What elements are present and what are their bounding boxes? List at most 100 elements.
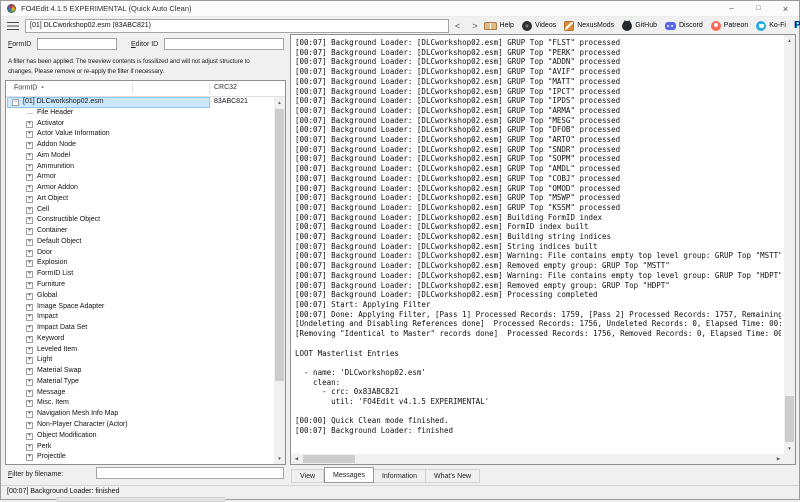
tree-row[interactable]: +Non-Player Character (Actor)	[6, 420, 274, 431]
tree-scrollbar[interactable]: ▲ ▼	[274, 97, 285, 464]
minimize-icon[interactable]	[718, 1, 745, 16]
log-horizontal-scrollbar[interactable]: ◀ ▶	[291, 454, 784, 464]
expand-icon[interactable]: +	[26, 260, 33, 267]
link-discord[interactable]: Discord	[665, 22, 703, 30]
expand-icon[interactable]: +	[26, 207, 33, 214]
link-github[interactable]: GitHub	[622, 21, 657, 31]
tree-row[interactable]: +Armor	[6, 172, 274, 183]
menu-icon[interactable]	[7, 22, 19, 30]
tree-row[interactable]: +Navigation Mesh Info Map	[6, 409, 274, 420]
tree-row[interactable]: +Furniture	[6, 280, 274, 291]
tree-row[interactable]: +Container	[6, 226, 274, 237]
tab-view[interactable]: View	[291, 469, 324, 483]
column-header-crc32[interactable]: CRC32	[214, 84, 237, 91]
expand-icon[interactable]: +	[26, 185, 33, 192]
expand-icon[interactable]: +	[26, 228, 33, 235]
tree-row[interactable]: +Global	[6, 291, 274, 302]
expand-icon[interactable]: +	[26, 390, 33, 397]
expand-icon[interactable]: +	[26, 217, 33, 224]
tree-row[interactable]: +Explosion	[6, 258, 274, 269]
expand-icon[interactable]: +	[26, 304, 33, 311]
expand-icon[interactable]: +	[26, 347, 33, 354]
expand-icon[interactable]: +	[26, 250, 33, 257]
tree-row[interactable]: +Leveled Item	[6, 345, 274, 356]
tree-row[interactable]: −[01] DLCworkshop02.esm83ABC821	[6, 97, 274, 108]
expand-icon[interactable]: +	[26, 153, 33, 160]
expand-icon[interactable]: +	[26, 444, 33, 451]
maximize-icon[interactable]	[745, 1, 772, 16]
tree-row[interactable]: +Light	[6, 355, 274, 366]
tab-what-s-new[interactable]: What's New	[426, 469, 480, 483]
column-header-formid[interactable]: FormID▲	[14, 84, 45, 92]
tree-row[interactable]: +Misc. Item	[6, 398, 274, 409]
filter-by-filename-input[interactable]	[96, 467, 284, 479]
tree-row[interactable]: +FormID List	[6, 269, 274, 280]
expand-icon[interactable]: +	[26, 293, 33, 300]
formid-input[interactable]	[37, 38, 117, 50]
tree-row[interactable]: +Actor Value Information	[6, 129, 274, 140]
scroll-left-icon[interactable]: ◀	[291, 453, 302, 464]
link-nexusmods[interactable]: NexusMods	[564, 21, 614, 31]
nav-forward-icon[interactable]: >	[466, 19, 483, 33]
tree-row[interactable]: +Cell	[6, 205, 274, 216]
expand-icon[interactable]: +	[26, 357, 33, 364]
log-lines[interactable]: [00:07] Background Loader: [DLCworkshop0…	[295, 38, 781, 453]
expand-icon[interactable]: +	[26, 454, 33, 461]
tree-row[interactable]: +Impact Data Set	[6, 323, 274, 334]
link-paypal[interactable]: PayPal	[794, 21, 800, 31]
tree-row[interactable]: +Door	[6, 248, 274, 259]
editorid-input[interactable]	[164, 38, 284, 50]
scroll-down-icon[interactable]: ▼	[784, 443, 795, 454]
expand-icon[interactable]: +	[26, 239, 33, 246]
expand-icon[interactable]: +	[26, 142, 33, 149]
tree-row[interactable]: +Default Object	[6, 237, 274, 248]
expand-icon[interactable]: +	[26, 411, 33, 418]
tree-row[interactable]: +Activator	[6, 119, 274, 130]
tree-row[interactable]: +Addon Node	[6, 140, 274, 151]
tree-row[interactable]: +Keyword	[6, 334, 274, 345]
tree-row[interactable]: +Projectile	[6, 452, 274, 463]
expand-icon[interactable]: +	[26, 282, 33, 289]
tree-row[interactable]: +Object Modification	[6, 431, 274, 442]
expand-icon[interactable]: +	[26, 271, 33, 278]
plugin-selector[interactable]: [01] DLCworkshop02.esm (83ABC821)	[25, 19, 449, 33]
scroll-thumb[interactable]	[275, 109, 284, 381]
column-divider[interactable]	[209, 83, 210, 94]
scroll-right-icon[interactable]: ▶	[773, 453, 784, 464]
tree-row[interactable]: +Material Type	[6, 377, 274, 388]
expand-icon[interactable]: +	[26, 368, 33, 375]
tree-row[interactable]: +Material Swap	[6, 366, 274, 377]
link-videos[interactable]: Videos	[522, 21, 556, 31]
expand-icon[interactable]: +	[26, 121, 33, 128]
tree-row[interactable]: +Impact	[6, 312, 274, 323]
link-help[interactable]: Help	[484, 22, 514, 30]
tree-row[interactable]: +Aim Model	[6, 151, 274, 162]
expand-icon[interactable]: +	[26, 131, 33, 138]
scroll-up-icon[interactable]: ▲	[784, 35, 795, 46]
tab-messages[interactable]: Messages	[324, 467, 374, 483]
log-vertical-scrollbar[interactable]: ▲ ▼	[784, 35, 795, 454]
link-kofi[interactable]: Ko-Fi	[756, 21, 786, 31]
tree-row[interactable]: +Constructible Object	[6, 215, 274, 226]
tree-row[interactable]: +Perk	[6, 442, 274, 453]
scroll-down-icon[interactable]: ▼	[274, 453, 285, 464]
close-icon[interactable]	[772, 1, 799, 16]
expand-icon[interactable]: +	[26, 325, 33, 332]
expand-icon[interactable]: +	[26, 174, 33, 181]
expand-icon[interactable]: +	[26, 336, 33, 343]
scroll-thumb[interactable]	[303, 455, 355, 463]
tree-row[interactable]: +Art Object	[6, 194, 274, 205]
nav-back-icon[interactable]: <	[449, 19, 466, 33]
collapse-icon[interactable]: −	[12, 99, 19, 106]
tree-row[interactable]: +Message	[6, 388, 274, 399]
expand-icon[interactable]: +	[26, 433, 33, 440]
tree-row[interactable]: File Header	[6, 108, 274, 119]
scroll-thumb[interactable]	[785, 396, 794, 442]
expand-icon[interactable]: +	[26, 400, 33, 407]
expand-icon[interactable]: +	[26, 164, 33, 171]
expand-icon[interactable]: +	[26, 422, 33, 429]
link-patreon[interactable]: Patreon	[711, 21, 749, 31]
tree-row[interactable]: +Armor Addon	[6, 183, 274, 194]
tree-row[interactable]: +Ammunition	[6, 162, 274, 173]
column-divider[interactable]	[132, 83, 133, 94]
